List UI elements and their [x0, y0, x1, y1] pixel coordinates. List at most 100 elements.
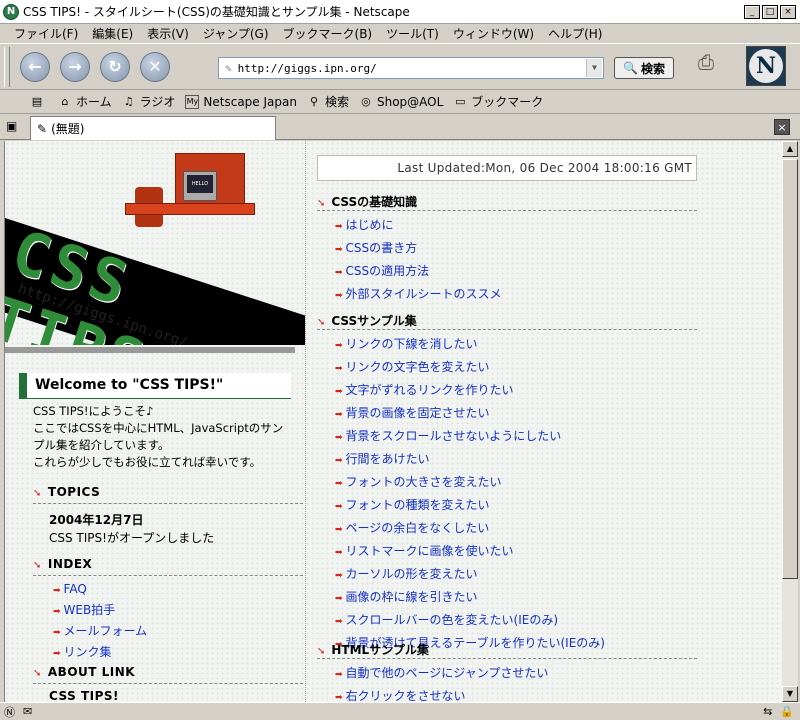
- bookmarks-toggle[interactable]: ▤: [30, 95, 48, 109]
- html-sample-link[interactable]: ➡ 自動で他のページにジャンプさせたい: [335, 663, 697, 686]
- sample-link[interactable]: ➡ 行間をあけたい: [335, 449, 697, 472]
- url-text: http://giggs.ipn.org/: [237, 61, 377, 75]
- menu-edit[interactable]: 編集(E): [92, 25, 133, 42]
- basics-link[interactable]: ➡ CSSの書き方: [335, 238, 697, 261]
- cut-off-heading: CSS TIPS!: [49, 689, 120, 702]
- shop-icon: ◎: [361, 95, 371, 108]
- page-icon: ✎: [225, 61, 232, 75]
- basics-link[interactable]: ➡ はじめに: [335, 215, 697, 238]
- sample-link[interactable]: ➡ 背景をスクロールさせないようにしたい: [335, 426, 697, 449]
- menu-file[interactable]: ファイル(F): [14, 25, 78, 42]
- search-button-label: 検索: [640, 61, 665, 76]
- maximize-button[interactable]: □: [762, 4, 778, 19]
- bookmark-folder-icon: ▭: [455, 95, 466, 108]
- menu-window[interactable]: ウィンドウ(W): [453, 25, 534, 42]
- sample-link[interactable]: ➡ スクロールバーの色を変えたい(IEのみ): [335, 610, 697, 633]
- menu-go[interactable]: ジャンプ(G): [203, 25, 269, 42]
- page-content: HELLO CSS TIPS! http://giggs.ipn.org/ We…: [4, 141, 782, 702]
- url-field[interactable]: ✎ http://giggs.ipn.org/ ▼: [218, 57, 604, 79]
- toolbar-item-bookmarks[interactable]: ▭ ブックマーク: [453, 93, 543, 110]
- toolbar-item-shop[interactable]: ◎ Shop@AOL: [359, 95, 443, 109]
- menu-tools[interactable]: ツール(T): [386, 25, 439, 42]
- html-samples-heading: ➘ HTMLサンプル集: [317, 641, 697, 659]
- topics-text: CSS TIPS!がオープンしました: [49, 531, 215, 545]
- sample-link[interactable]: ➡ フォントの大きさを変えたい: [335, 472, 697, 495]
- toolbar-item-radio[interactable]: ♫ ラジオ: [122, 93, 176, 110]
- samples-heading: ➘ CSSサンプル集: [317, 312, 697, 330]
- window-title: CSS TIPS! - スタイルシート(CSS)の基礎知識とサンプル集 - Ne…: [23, 5, 410, 19]
- html-samples-section: ➘ HTMLサンプル集 ➡ 自動で他のページにジャンプさせたい ➡ 右クリックをさせな…: [317, 641, 697, 702]
- navigation-toolbar: ← → ↻ ✕ ✎ http://giggs.ipn.org/ ▼ 🔍 検索: [0, 44, 800, 90]
- index-link-web-clap[interactable]: ➡ WEB拍手: [53, 601, 147, 622]
- search-button[interactable]: 🔍 検索: [614, 57, 674, 79]
- forward-button[interactable]: →: [60, 51, 90, 82]
- samples-section: ➘ CSSサンプル集 ➡ リンクの下線を消したい ➡ リンクの文字色を変えたい ➡ 文字…: [317, 312, 697, 656]
- divider: [5, 347, 295, 353]
- topics-heading: ➘ TOPICS: [33, 485, 101, 499]
- basics-link[interactable]: ➡ CSSの適用方法: [335, 261, 697, 284]
- sample-link[interactable]: ➡ 文字がずれるリンクを作りたい: [335, 380, 697, 403]
- stop-icon: ✕: [148, 57, 162, 76]
- sample-link[interactable]: ➡ フォントの種類を変えたい: [335, 495, 697, 518]
- desk-illustration: HELLO: [125, 153, 255, 243]
- bookmarks-panel-icon: ▤: [31, 95, 43, 108]
- minimize-button[interactable]: _: [744, 4, 760, 19]
- search-icon: ⚲: [309, 95, 318, 108]
- status-security-icon: 🔒: [780, 705, 794, 718]
- reload-button[interactable]: ↻: [100, 51, 130, 82]
- close-window-button[interactable]: ×: [780, 4, 796, 19]
- personal-toolbar: ▤ ⌂ ホーム ♫ ラジオ My Netscape Japan ⚲ 検索 ◎ Shop@A…: [0, 90, 800, 114]
- index-link-mail-form[interactable]: ➡ メールフォーム: [53, 622, 147, 643]
- index-link-faq[interactable]: ➡ FAQ: [53, 580, 147, 601]
- toolbar-item-search[interactable]: ⚲ 検索: [307, 93, 349, 110]
- forward-arrow-icon: →: [68, 57, 82, 76]
- index-heading: ➘ INDEX: [33, 557, 93, 571]
- url-dropdown-button[interactable]: ▼: [586, 59, 602, 77]
- stop-button[interactable]: ✕: [140, 51, 170, 82]
- netscape-logo-icon[interactable]: N: [746, 46, 786, 86]
- tab-page-icon: ✎: [37, 121, 48, 136]
- status-connection-icon: ⇆: [763, 705, 773, 718]
- sample-link[interactable]: ➡ 画像の枠に線を引きたい: [335, 587, 697, 610]
- scroll-down-button[interactable]: ▼: [782, 686, 798, 702]
- magnifier-icon: 🔍: [623, 61, 638, 75]
- print-icon[interactable]: ⎙: [698, 50, 726, 74]
- toolbar-grip[interactable]: [4, 46, 10, 87]
- last-updated: Last Updated:Mon, 06 Dec 2004 18:00:16 G…: [317, 155, 697, 181]
- tab-label: (無題): [51, 122, 85, 136]
- basics-link[interactable]: ➡ 外部スタイルシートのススメ: [335, 284, 697, 307]
- html-sample-link[interactable]: ➡ 右クリックをさせない: [335, 686, 697, 702]
- netscape-app-icon[interactable]: N: [3, 3, 19, 20]
- status-netscape-icon[interactable]: Ⓝ: [4, 704, 15, 720]
- scroll-up-button[interactable]: ▲: [782, 141, 798, 157]
- vertical-scrollbar[interactable]: ▲ ▼: [782, 141, 798, 702]
- back-arrow-icon: ←: [28, 57, 42, 76]
- new-tab-icon[interactable]: ▣: [6, 119, 22, 135]
- sample-link[interactable]: ➡ リンクの文字色を変えたい: [335, 357, 697, 380]
- home-icon: ⌂: [61, 95, 69, 108]
- close-tab-button[interactable]: ×: [774, 119, 790, 135]
- basics-section: ➘ CSSの基礎知識 ➡ はじめに ➡ CSSの書き方 ➡ CSSの適用方法 ➡ 外部スタ…: [317, 193, 697, 307]
- toolbar-item-netscape-japan[interactable]: My Netscape Japan: [185, 94, 297, 109]
- scroll-thumb[interactable]: [782, 159, 798, 579]
- index-link-links[interactable]: ➡ リンク集: [53, 643, 147, 664]
- menu-help[interactable]: ヘルプ(H): [548, 25, 602, 42]
- menu-bookmarks[interactable]: ブックマーク(B): [283, 25, 373, 42]
- back-button[interactable]: ←: [20, 51, 50, 82]
- site-logo[interactable]: HELLO CSS TIPS! http://giggs.ipn.org/: [5, 145, 305, 345]
- status-bar: Ⓝ ✉ ⇆ 🔒: [0, 702, 800, 720]
- sample-link[interactable]: ➡ カーソルの形を変えたい: [335, 564, 697, 587]
- sample-link[interactable]: ➡ リストマークに画像を使いたい: [335, 541, 697, 564]
- my-icon: My: [185, 94, 200, 109]
- sample-link[interactable]: ➡ リンクの下線を消したい: [335, 334, 697, 357]
- tab-untitled[interactable]: ✎ (無題): [30, 116, 276, 140]
- reload-icon: ↻: [108, 57, 122, 76]
- basics-heading: ➘ CSSの基礎知識: [317, 193, 697, 211]
- desk-screen-text: HELLO: [187, 175, 213, 193]
- toolbar-item-home[interactable]: ⌂ ホーム: [58, 93, 112, 110]
- status-mail-icon[interactable]: ✉: [23, 705, 32, 718]
- welcome-heading: Welcome to "CSS TIPS!": [19, 373, 291, 399]
- sample-link[interactable]: ➡ 背景の画像を固定させたい: [335, 403, 697, 426]
- menu-view[interactable]: 表示(V): [147, 25, 189, 42]
- sample-link[interactable]: ➡ ページの余白をなくしたい: [335, 518, 697, 541]
